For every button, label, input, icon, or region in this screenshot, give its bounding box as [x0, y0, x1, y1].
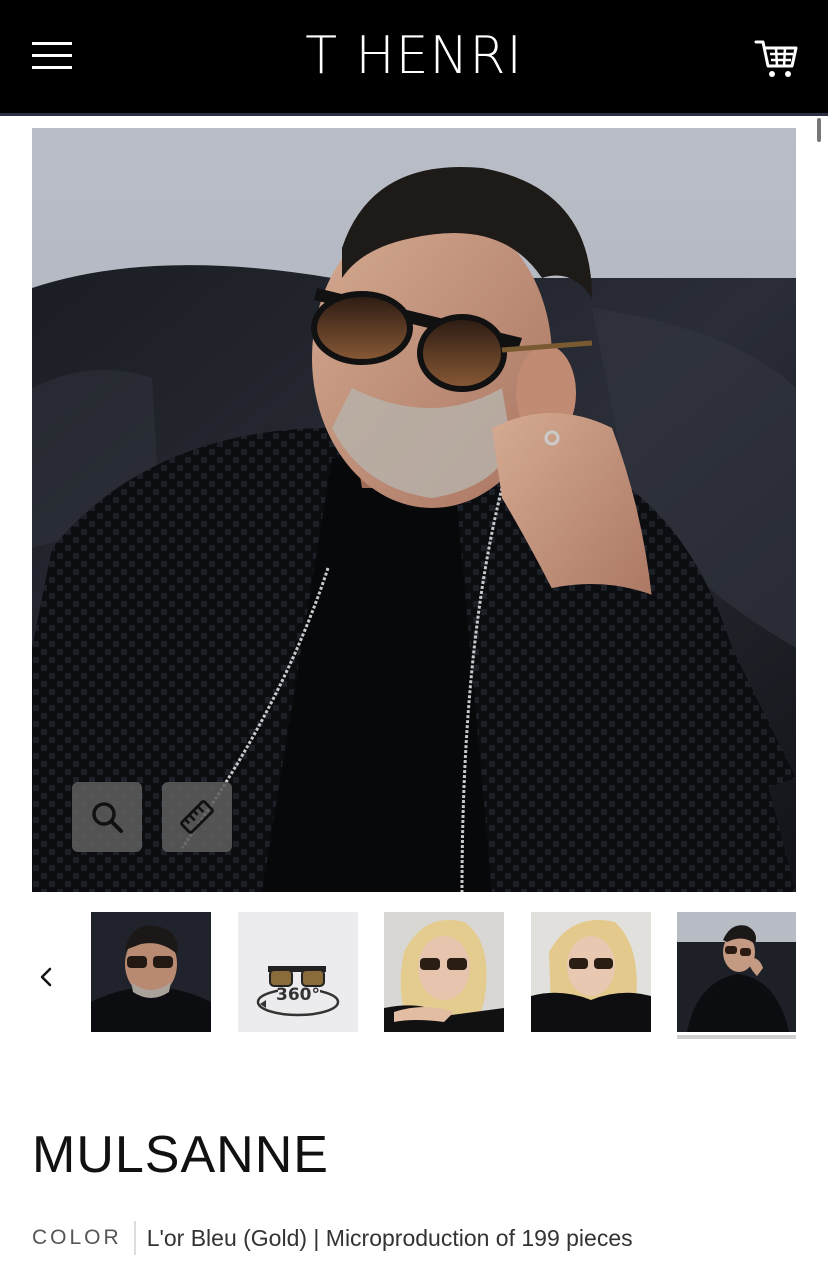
zoom-button[interactable] [72, 782, 142, 852]
color-label: COLOR [32, 1221, 136, 1255]
thumbnail-360[interactable]: 360° [238, 912, 358, 1032]
active-thumbnail-indicator [677, 1035, 796, 1039]
thumbnail-5[interactable] [677, 912, 796, 1032]
color-value: L'or Bleu (Gold) | Microproduction of 19… [146, 1224, 633, 1251]
magnifier-icon [92, 802, 123, 833]
thumbnail-4[interactable] [531, 912, 651, 1032]
thumbnail-1[interactable] [91, 912, 211, 1032]
page-scrollbar[interactable] [817, 118, 821, 142]
thumbnail-3[interactable] [384, 912, 504, 1032]
ruler-icon [180, 800, 214, 834]
chevron-left-icon[interactable] [34, 964, 60, 990]
color-spec-row: COLOR L'or Bleu (Gold) | Microproduction… [32, 1218, 633, 1258]
product-title: MULSANNE [32, 1126, 329, 1184]
brand-logo[interactable]: T HENRI [0, 26, 828, 86]
measure-button[interactable] [162, 782, 232, 852]
thumbnail-carousel: 360° [0, 912, 828, 1042]
main-product-image[interactable] [32, 128, 796, 892]
model-photo [32, 128, 796, 892]
shopping-cart-icon[interactable] [752, 34, 800, 82]
rotate-360-label: 360° [276, 985, 320, 1005]
site-header: T HENRI [0, 0, 828, 116]
